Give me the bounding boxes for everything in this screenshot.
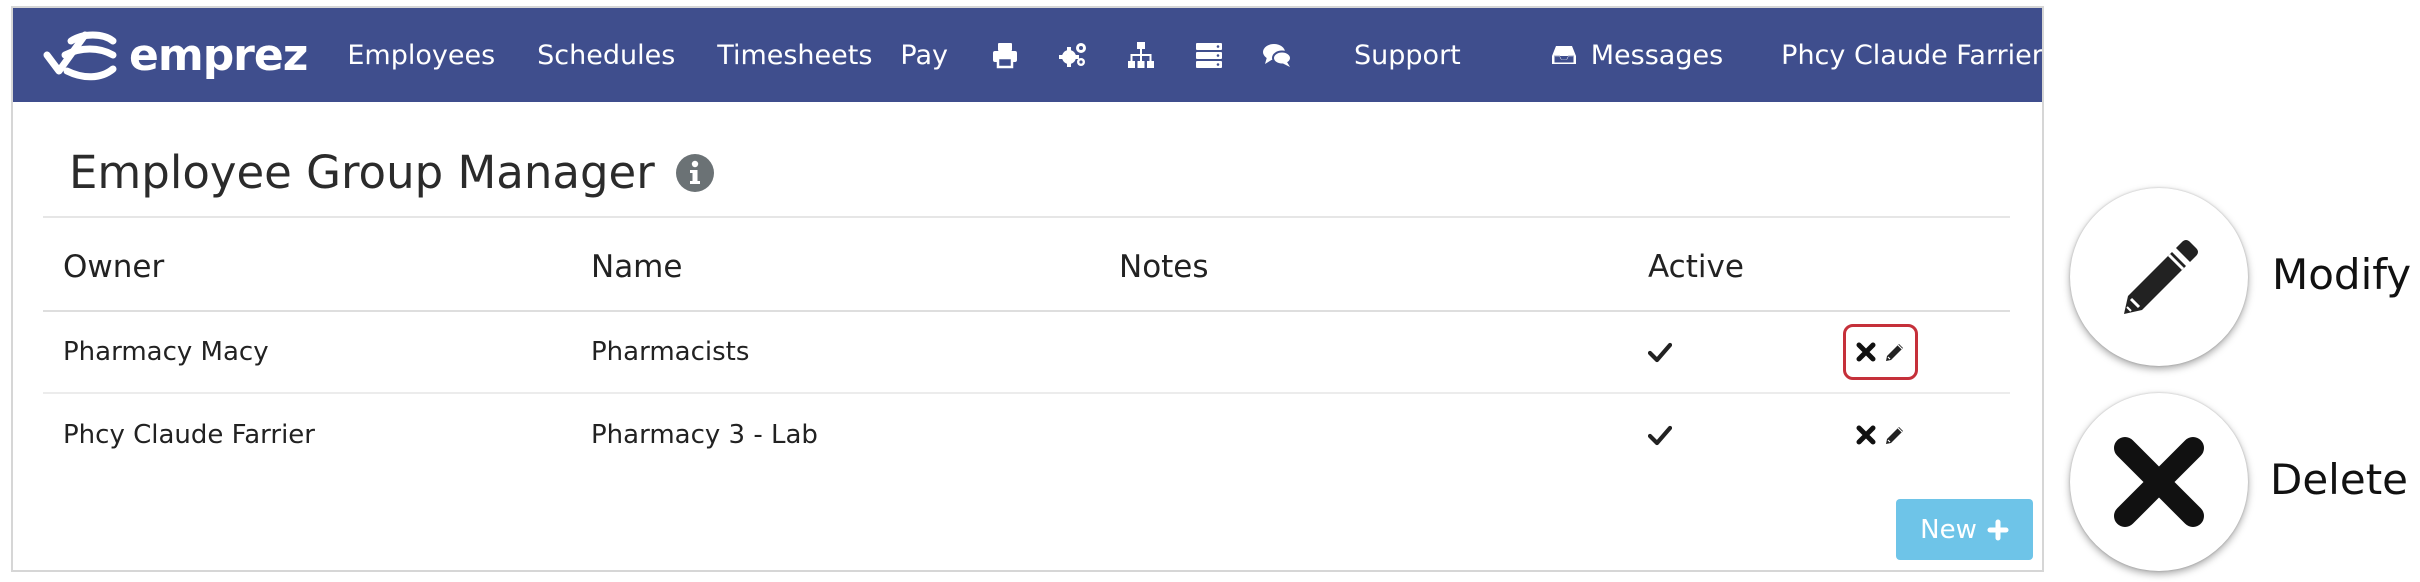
delete-icon[interactable] — [1855, 341, 1877, 363]
inbox-icon — [1551, 46, 1576, 64]
server-icon[interactable] — [1194, 40, 1224, 70]
new-group-button[interactable]: New — [1896, 499, 2033, 560]
nav-messages-label: Messages — [1590, 39, 1724, 71]
nav-support[interactable]: Support — [1354, 40, 1461, 71]
page-header: Employee Group Manager — [69, 146, 715, 199]
header-notes[interactable]: Notes — [1119, 224, 1209, 310]
nav-messages[interactable]: Messages — [1551, 40, 1723, 71]
row-actions — [1843, 394, 1918, 476]
nav-timesheets[interactable]: Timesheets — [717, 40, 872, 71]
emprez-logo-icon — [43, 31, 117, 81]
row-owner: Phcy Claude Farrier — [63, 420, 315, 450]
header-active[interactable]: Active — [1648, 224, 1744, 310]
row-active — [1648, 312, 1672, 392]
app-window: emprez Employees Schedules Timesheets Pa… — [11, 6, 2044, 572]
employee-group-table: Owner Name Notes Active Pharmacy Macy Ph… — [43, 224, 2010, 476]
edit-pencil-icon[interactable] — [1884, 424, 1906, 446]
row-name: Pharmacy 3 - Lab — [591, 420, 818, 450]
comments-icon[interactable] — [1262, 40, 1293, 70]
table-row: Pharmacy Macy Pharmacists — [43, 312, 2010, 394]
top-navbar: emprez Employees Schedules Timesheets Pa… — [13, 8, 2042, 102]
nav-employees[interactable]: Employees — [347, 40, 495, 71]
check-icon — [1648, 425, 1672, 446]
plus-icon — [1987, 519, 2009, 540]
legend-delete-label: Delete — [2270, 455, 2408, 504]
row-owner: Pharmacy Macy — [63, 337, 269, 367]
title-divider — [43, 216, 2010, 218]
table-header-row: Owner Name Notes Active — [43, 224, 2010, 312]
brand-name: emprez — [129, 29, 308, 81]
row-actions-group — [1843, 407, 1918, 463]
delete-icon[interactable] — [1855, 424, 1877, 446]
legend-modify-badge — [2070, 188, 2248, 366]
row-actions-highlight — [1843, 324, 1918, 380]
row-name: Pharmacists — [591, 337, 750, 367]
table-row: Phcy Claude Farrier Pharmacy 3 - Lab — [43, 394, 2010, 476]
nav-pay[interactable]: Pay — [900, 40, 948, 71]
nav-schedules[interactable]: Schedules — [537, 40, 675, 71]
header-owner[interactable]: Owner — [63, 224, 164, 310]
row-actions — [1843, 312, 1918, 392]
info-icon[interactable] — [675, 153, 715, 193]
check-icon — [1648, 342, 1672, 363]
page-title: Employee Group Manager — [69, 146, 655, 199]
row-active — [1648, 394, 1672, 476]
nav-user-menu[interactable]: Phcy Claude Farrier — [1781, 40, 2042, 71]
edit-pencil-icon[interactable] — [1884, 341, 1906, 363]
brand-logo[interactable]: emprez — [41, 25, 308, 85]
legend-delete-badge — [2070, 393, 2248, 571]
pencil-icon — [2124, 240, 2198, 314]
new-button-label: New — [1920, 514, 1977, 545]
legend-modify-label: Modify — [2272, 250, 2412, 299]
cogs-icon[interactable] — [1058, 40, 1088, 70]
sitemap-icon[interactable] — [1126, 40, 1156, 70]
times-icon — [2114, 437, 2204, 527]
print-icon[interactable] — [990, 40, 1020, 70]
header-name[interactable]: Name — [591, 224, 682, 310]
